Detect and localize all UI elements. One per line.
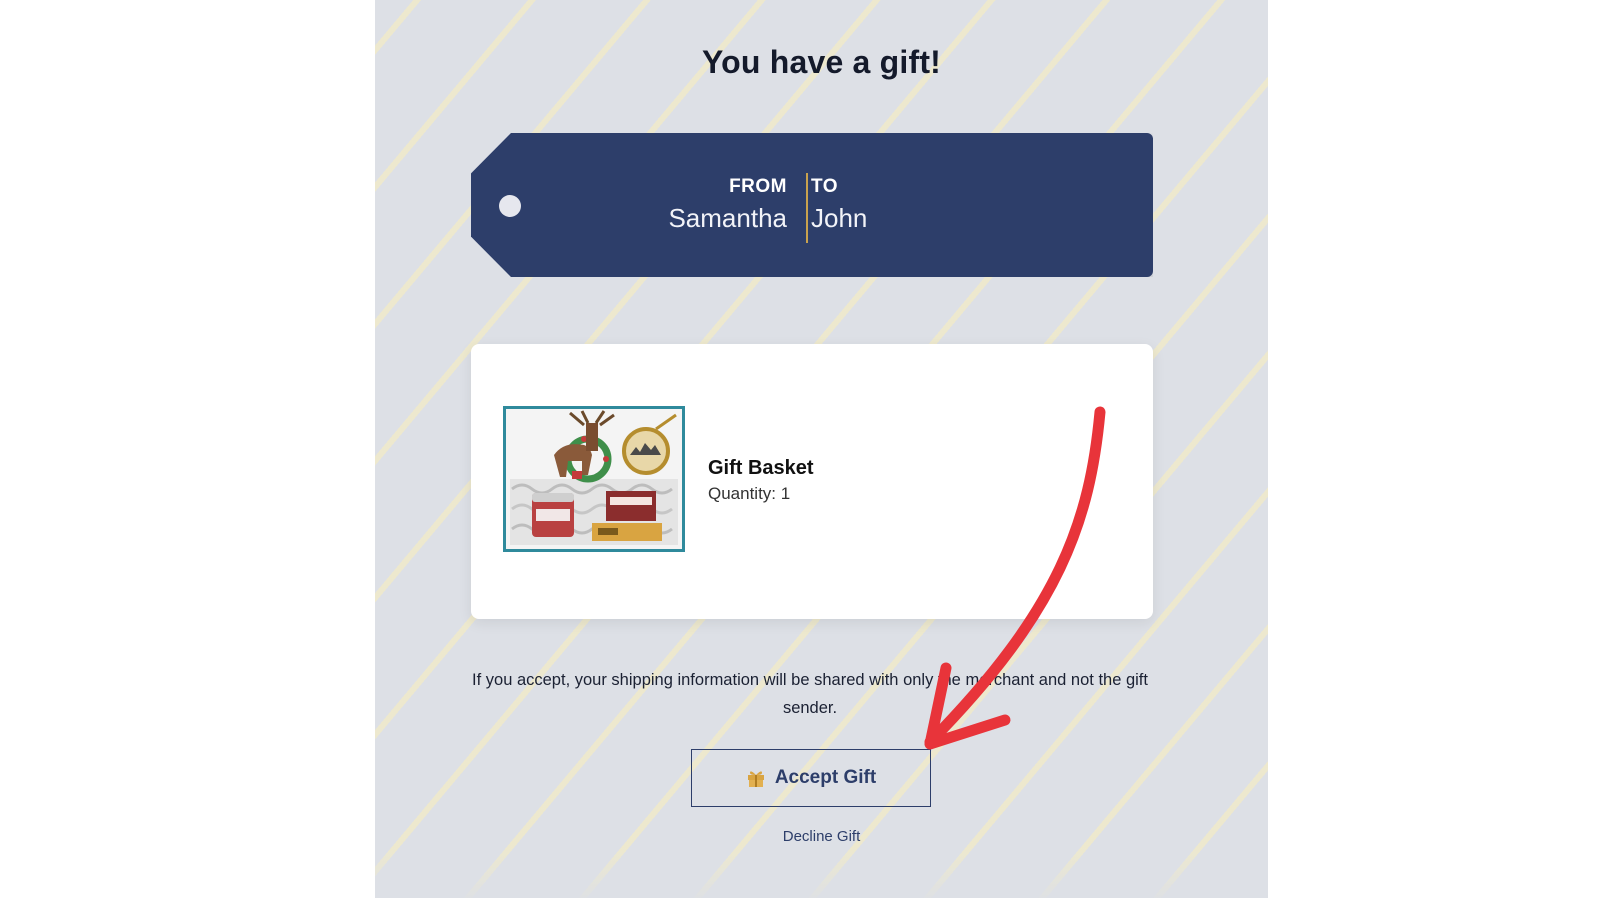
to-label: TO (811, 176, 839, 197)
product-card: Gift Basket Quantity: 1 (471, 344, 1153, 619)
gift-tag: FROM Samantha TO John (471, 133, 1153, 277)
decline-gift-link[interactable]: Decline Gift (375, 828, 1268, 845)
product-name: Gift Basket (708, 457, 814, 479)
gift-tag-hole (499, 195, 521, 217)
accept-gift-button[interactable]: Accept Gift (691, 749, 931, 807)
gift-tag-to: TO John (811, 175, 867, 235)
page-title: You have a gift! (701, 44, 942, 80)
from-label: FROM (729, 176, 787, 197)
accept-gift-label: Accept Gift (774, 767, 877, 788)
gift-basket-illustration (506, 409, 682, 549)
product-quantity: Quantity: 1 (708, 484, 791, 503)
gift-tag-from: FROM Samantha (668, 175, 787, 235)
from-name: Samantha (668, 203, 787, 233)
product-image (503, 406, 685, 552)
shipping-disclaimer: If you accept, your shipping information… (472, 671, 1148, 717)
gift-icon (747, 771, 764, 787)
to-name: John (811, 203, 868, 233)
gift-tag-divider (806, 173, 808, 243)
gift-page-panel: You have a gift! FROM Samantha TO John G… (375, 0, 1268, 898)
panel-bottom-fade (375, 848, 1268, 898)
